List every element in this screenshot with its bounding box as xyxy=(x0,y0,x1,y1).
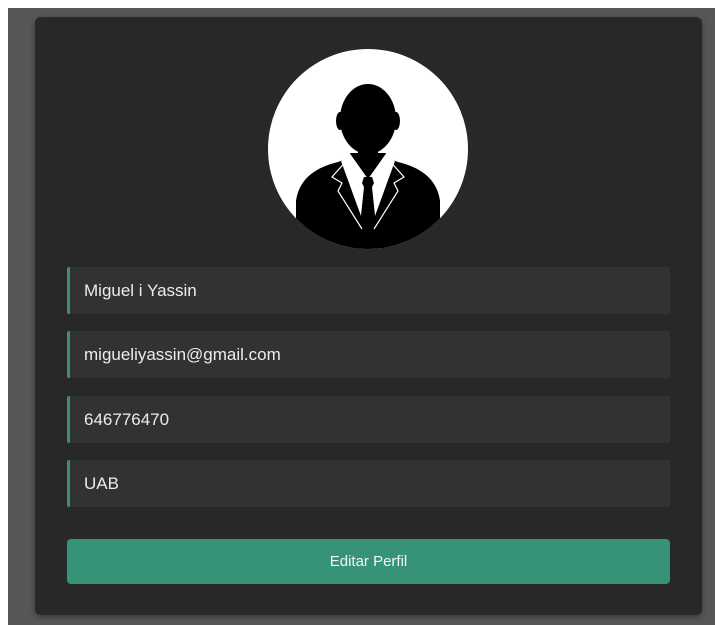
organization-field[interactable]: UAB xyxy=(67,460,670,507)
organization-value: UAB xyxy=(84,473,119,493)
phone-field[interactable]: 646776470 xyxy=(67,396,670,443)
avatar xyxy=(268,49,468,249)
user-silhouette-icon xyxy=(296,84,440,249)
phone-value: 646776470 xyxy=(84,409,170,429)
email-field[interactable]: migueliyassin@gmail.com xyxy=(67,331,670,378)
profile-card: Miguel i Yassin migueliyassin@gmail.com … xyxy=(35,17,702,615)
name-value: Miguel i Yassin xyxy=(84,280,197,300)
edit-profile-button[interactable]: Editar Perfil xyxy=(67,539,670,584)
name-field[interactable]: Miguel i Yassin xyxy=(67,267,670,314)
email-value: migueliyassin@gmail.com xyxy=(84,344,281,364)
